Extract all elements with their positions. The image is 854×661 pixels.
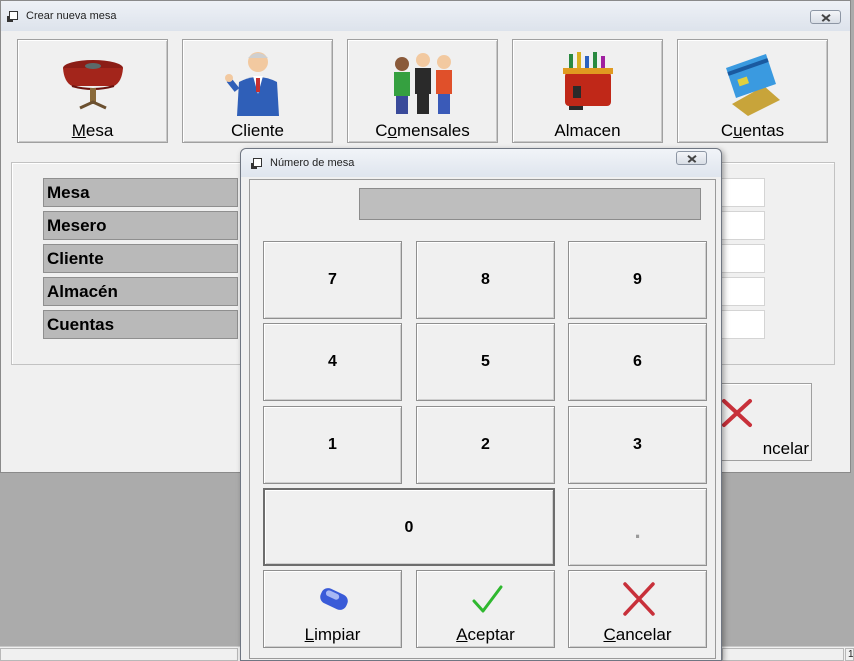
dialog-close-button[interactable] <box>676 151 707 165</box>
field-value-almacen[interactable] <box>718 277 765 306</box>
cuentas-button[interactable]: Cuentas <box>677 39 828 143</box>
key-decimal-point[interactable]: . <box>568 488 707 566</box>
field-label-cliente: Cliente <box>43 244 238 273</box>
status-cell-2 <box>722 648 844 661</box>
client-icon <box>225 52 279 116</box>
field-value-cuentas[interactable] <box>718 310 765 339</box>
field-label-cuentas: Cuentas <box>43 310 238 339</box>
aceptar-button[interactable]: Aceptar <box>416 570 555 648</box>
key-5[interactable]: 5 <box>416 323 555 401</box>
window-icon <box>7 11 19 22</box>
almacen-button[interactable]: Almacen <box>512 39 663 143</box>
status-cell-3: 14 <box>845 648 854 661</box>
cliente-button[interactable]: Cliente <box>182 39 333 143</box>
limpiar-button-label: Limpiar <box>304 625 361 644</box>
key-9[interactable]: 9 <box>568 241 707 319</box>
main-close-button[interactable] <box>810 10 841 24</box>
number-display <box>359 188 701 220</box>
field-label-almacen: Almacén <box>43 277 238 306</box>
cancelar-button-label: Cancelar <box>603 625 672 644</box>
cuentas-button-label: Cuentas <box>720 121 785 140</box>
comensales-button[interactable]: Comensales <box>347 39 498 143</box>
warehouse-icon <box>563 52 613 110</box>
key-7[interactable]: 7 <box>263 241 402 319</box>
mesa-button[interactable]: Mesa <box>17 39 168 143</box>
mesa-button-label: Mesa <box>71 121 114 140</box>
cancel-x-icon <box>722 399 752 427</box>
field-value-mesero[interactable] <box>718 211 765 240</box>
dialog-title: Número de mesa <box>270 157 355 169</box>
cancelar-button[interactable]: Cancelar <box>568 570 707 648</box>
dialog-titlebar[interactable]: Número de mesa <box>241 149 721 177</box>
field-value-cliente[interactable] <box>718 244 765 273</box>
aceptar-button-label: Aceptar <box>456 625 515 644</box>
close-icon <box>677 152 706 164</box>
key-3[interactable]: 3 <box>568 406 707 484</box>
field-label-mesero: Mesero <box>43 211 238 240</box>
key-1[interactable]: 1 <box>263 406 402 484</box>
comensales-button-label: Comensales <box>375 121 470 140</box>
key-6[interactable]: 6 <box>568 323 707 401</box>
main-window-title: Crear nueva mesa <box>26 10 117 22</box>
numero-de-mesa-dialog: Número de mesa 7 8 9 4 5 6 1 2 3 0 . Lim… <box>240 148 722 661</box>
key-4[interactable]: 4 <box>263 323 402 401</box>
cancel-x-icon <box>623 582 655 616</box>
eraser-icon <box>320 588 348 610</box>
close-icon <box>811 11 840 23</box>
field-value-mesa[interactable] <box>718 178 765 207</box>
field-label-mesa: Mesa <box>43 178 238 207</box>
dialog-window-icon <box>251 158 263 169</box>
checkmark-icon <box>472 585 503 613</box>
status-cell-1 <box>0 648 238 661</box>
table-icon <box>63 60 123 110</box>
key-2[interactable]: 2 <box>416 406 555 484</box>
limpiar-button[interactable]: Limpiar <box>263 570 402 648</box>
cliente-button-label: Cliente <box>231 121 284 140</box>
key-0[interactable]: 0 <box>263 488 555 566</box>
almacen-button-label: Almacen <box>554 121 621 140</box>
key-8[interactable]: 8 <box>416 241 555 319</box>
accounts-icon <box>726 54 780 116</box>
main-titlebar[interactable]: Crear nueva mesa <box>1 1 850 31</box>
diners-icon <box>394 53 452 114</box>
